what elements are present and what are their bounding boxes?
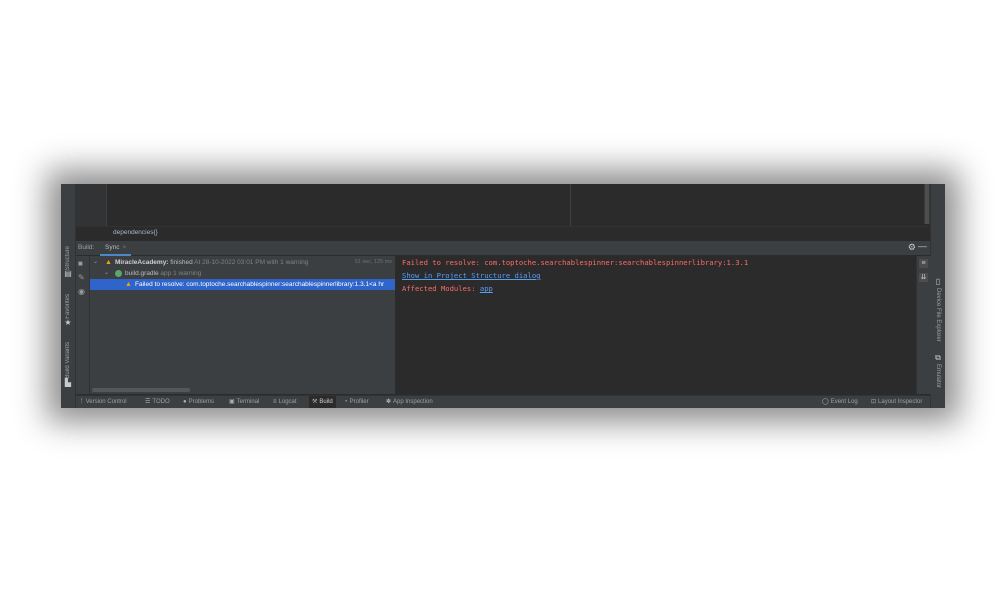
breadcrumb-item[interactable]: dependencies{} [113,229,158,236]
event-log-button[interactable]: ◯ Event Log [822,396,858,408]
structure-tab[interactable]: Structure ▤ [61,244,75,278]
code-editor[interactable]: dependencies{} [76,184,930,241]
hammer-icon: ⚒ [312,399,318,405]
version-control-button[interactable]: ᚴ Version Control [80,396,127,408]
profiler-button[interactable]: ◔ Profiler [344,396,369,408]
build-toolbar: ■ ✎ ◉ [76,256,90,394]
tree-row-failed-resolve[interactable]: ▲ Failed to resolve: com.toptoche.search… [90,279,395,290]
branch-icon: ᚴ [80,399,84,405]
breadcrumb[interactable]: dependencies{} [76,226,930,241]
output-toolbar: ≡ ⇊ [916,256,931,394]
build-variants-icon: ▙ [64,377,72,387]
star-icon: ★ [64,317,72,327]
emulator-tab[interactable]: ⧉ Emulator [931,353,945,389]
stop-icon[interactable]: ■ [78,259,83,268]
build-panel-header: Build: Sync × ⚙ — [76,241,930,256]
chevron-down-icon[interactable]: ⌄ [104,268,109,279]
build-variants-tab-label: Build Variants [65,342,71,379]
scroll-to-end-icon[interactable]: ⇊ [919,273,928,282]
tree-gradle-text: build.gradle app 1 warning [125,270,202,277]
tab-sync-label: Sync [105,244,120,251]
build-tree: ⌄ ▲ MiracleAcademy: finished At 28-10-20… [90,256,395,394]
list-icon: ☰ [145,399,151,405]
layout-inspector-button[interactable]: ⊡ Layout Inspector [871,396,922,408]
build-label: Build: [78,244,95,251]
todo-button[interactable]: ☰ TODO [145,396,170,408]
emulator-tab-label: Emulator [935,364,941,389]
terminal-icon: ▣ [229,399,235,405]
tree-project-text: MiracleAcademy: finished At 28-10-2022 0… [115,259,309,266]
device-file-explorer-tab[interactable]: ▯ Device File Explorer [931,278,945,342]
build-button[interactable]: ⚒ Build [309,396,336,408]
build-variants-tab[interactable]: Build Variants ▙ [61,340,75,387]
gradle-icon [115,270,122,277]
show-project-structure-link[interactable]: Show in Project Structure dialog [402,271,540,280]
affected-modules-line: Affected Modules: app [402,284,493,293]
logcat-button[interactable]: ≡ Logcat [273,396,297,408]
device-icon: ▯ [935,277,941,286]
warning-icon: ▲ [105,259,112,266]
tree-error-text: Failed to resolve: com.toptoche.searchab… [135,281,385,288]
tree-horizontal-scrollbar[interactable] [92,388,190,392]
editor-split-divider [570,184,571,226]
gear-icon[interactable]: ⚙ [908,242,916,253]
logcat-icon: ≡ [273,399,277,405]
problems-button[interactable]: ● Problems [183,396,214,408]
tool-window-bar: ᚴ Version Control ☰ TODO ● Problems ▣ Termin… [76,395,930,408]
structure-icon: ▤ [64,269,72,279]
affected-modules-label: Affected Modules: [402,284,476,293]
favorites-tab[interactable]: Favorites ★ [61,292,75,327]
tree-row-build-gradle[interactable]: ⌄ build.gradle app 1 warning [90,268,395,279]
pin-icon[interactable]: ✎ [78,273,85,282]
editor-scrollbar-thumb[interactable] [925,184,929,224]
right-tool-strip: ▯ Device File Explorer ⧉ Emulator [930,184,945,408]
tree-row-project[interactable]: ⌄ ▲ MiracleAcademy: finished At 28-10-20… [90,257,395,268]
app-inspection-button[interactable]: ✽ App Inspection [386,396,433,408]
layout-inspector-icon: ⊡ [871,399,877,405]
eye-icon[interactable]: ◉ [78,287,85,296]
soft-wrap-icon[interactable]: ≡ [919,259,928,268]
left-tool-strip: Structure ▤ Favorites ★ Build Variants ▙ [61,184,76,408]
build-duration: 51 sec, 125 ms [354,259,392,265]
gauge-icon: ◔ [344,399,348,405]
device-file-explorer-tab-label: Device File Explorer [935,288,941,342]
info-icon: ● [183,399,187,405]
editor-scrollbar[interactable] [924,184,930,224]
emulator-icon: ⧉ [935,353,941,362]
terminal-button[interactable]: ▣ Terminal [229,396,259,408]
build-output-pane: Failed to resolve: com.toptoche.searchab… [396,256,915,394]
favorites-tab-label: Favorites [65,294,71,319]
android-icon: ✽ [386,399,392,405]
affected-module-link[interactable]: app [480,284,493,293]
tab-sync[interactable]: Sync × [100,241,132,256]
minimize-icon[interactable]: — [918,241,927,251]
android-studio-window: Structure ▤ Favorites ★ Build Variants ▙… [61,184,945,408]
event-log-icon: ◯ [822,399,829,405]
close-icon[interactable]: × [122,244,126,251]
warning-icon: ▲ [125,281,132,288]
structure-tab-label: Structure [65,246,71,271]
error-message: Failed to resolve: com.toptoche.searchab… [402,258,749,267]
chevron-down-icon[interactable]: ⌄ [93,257,98,268]
